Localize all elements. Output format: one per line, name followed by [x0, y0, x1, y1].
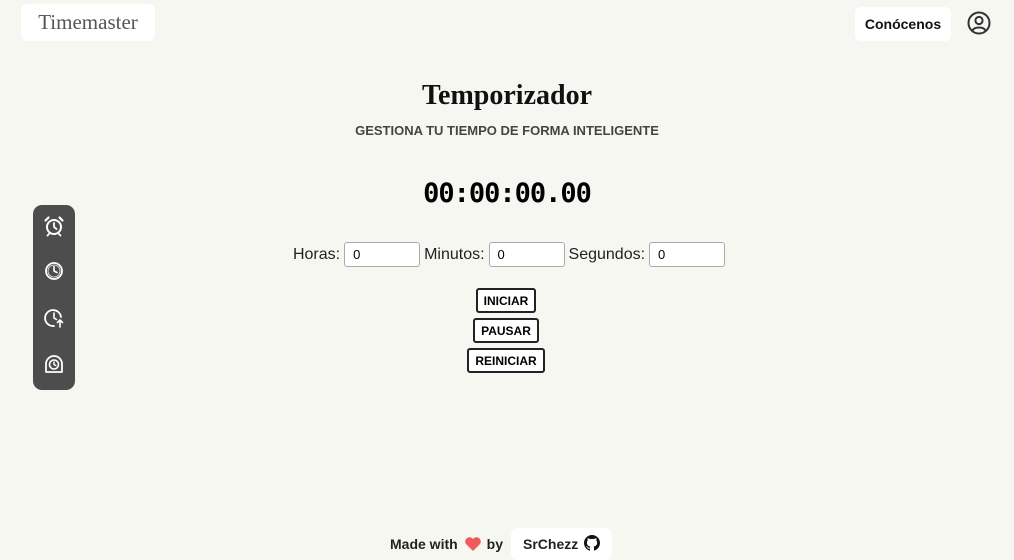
minutes-label: Minutos: — [424, 245, 485, 263]
sidebar — [33, 205, 75, 390]
about-us-button[interactable]: Conócenos — [855, 7, 951, 41]
hours-input[interactable] — [344, 242, 421, 267]
author-link[interactable]: SrChezz — [511, 528, 613, 560]
clock-arrow-up-icon[interactable] — [41, 305, 67, 331]
pause-button[interactable]: PAUSAR — [473, 318, 539, 343]
heart-icon — [464, 536, 482, 552]
footer: Made with by SrChezz — [390, 528, 613, 560]
github-icon — [584, 534, 601, 554]
reset-button[interactable]: REINICIAR — [467, 348, 545, 373]
start-button[interactable]: INICIAR — [476, 288, 536, 313]
minutes-input[interactable] — [488, 242, 565, 267]
author-name: SrChezz — [523, 536, 579, 552]
hours-label: Horas: — [292, 245, 341, 263]
timer-display: 00:00:00.00 — [423, 178, 592, 209]
page-subtitle: GESTIONA TU TIEMPO DE FORMA INTELIGENTE — [355, 123, 659, 138]
made-with-text: Made with — [390, 536, 458, 552]
stopwatch-icon[interactable] — [41, 351, 67, 377]
time-inputs: Horas: Minutos: Segundos: — [0, 242, 1014, 267]
app-logo[interactable]: Timemaster — [21, 4, 155, 41]
by-text: by — [486, 536, 504, 552]
user-account-icon[interactable] — [966, 10, 992, 36]
seconds-label: Segundos: — [568, 245, 646, 263]
alarm-clock-icon[interactable] — [41, 213, 67, 239]
page-title: Temporizador — [421, 80, 593, 111]
seconds-input[interactable] — [649, 242, 726, 267]
